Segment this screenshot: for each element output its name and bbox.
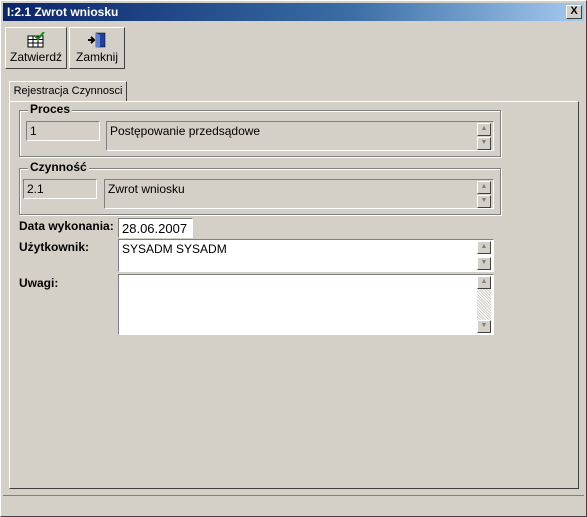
data-wykonania-input[interactable]: 28.06.2007: [118, 218, 193, 238]
proces-scrollbar[interactable]: ▲ ▼: [477, 123, 491, 150]
window-title: I:2.1 Zwrot wniosku: [7, 5, 119, 19]
proces-code: 1: [30, 124, 37, 138]
scroll-down-icon[interactable]: ▼: [477, 195, 491, 208]
uzytkownik-label: Użytkownik:: [19, 240, 90, 254]
grid-check-icon: [27, 32, 45, 48]
uzytkownik-field[interactable]: SYSADM SYSADM ▲ ▼: [118, 239, 494, 272]
czynnosc-code-field[interactable]: 2.1: [23, 179, 97, 199]
data-wykonania-label: Data wykonania:: [19, 219, 114, 233]
close-label: Zamknij: [75, 50, 118, 64]
tab-rejestracja-czynnosci[interactable]: Rejestracja Czynnosci: [9, 81, 127, 101]
uwagi-textarea[interactable]: ▲ ▼: [118, 274, 494, 335]
title-bar[interactable]: I:2.1 Zwrot wniosku X: [3, 3, 584, 21]
toolbar: Zatwierdź Zamknij: [3, 23, 586, 73]
data-wykonania-value: 28.06.2007: [122, 221, 188, 236]
main-window: I:2.1 Zwrot wniosku X Zatwierdź Zamknij: [0, 0, 587, 517]
uwagi-label: Uwagi:: [19, 276, 59, 290]
scroll-up-icon[interactable]: ▲: [477, 123, 491, 136]
scroll-up-icon[interactable]: ▲: [477, 181, 491, 194]
confirm-button[interactable]: Zatwierdź: [5, 27, 67, 69]
czynnosc-scrollbar[interactable]: ▲ ▼: [477, 181, 491, 208]
close-icon: X: [570, 5, 578, 17]
exit-door-icon: [88, 32, 106, 48]
scroll-down-icon[interactable]: ▼: [477, 257, 491, 270]
status-bar: [3, 495, 584, 515]
proces-name-field[interactable]: Postępowanie przedsądowe ▲ ▼: [106, 121, 494, 151]
proces-title: Proces: [28, 102, 73, 116]
scroll-track[interactable]: [477, 289, 491, 320]
proces-group: Proces 1 Postępowanie przedsądowe ▲ ▼: [19, 102, 501, 157]
close-window-button[interactable]: X: [566, 5, 582, 19]
uzytkownik-value: SYSADM SYSADM: [122, 242, 227, 256]
uzytkownik-scrollbar[interactable]: ▲ ▼: [477, 241, 491, 270]
czynnosc-group: Czynność 2.1 Zwrot wniosku ▲ ▼: [19, 160, 501, 215]
czynnosc-code: 2.1: [27, 182, 44, 196]
proces-name: Postępowanie przedsądowe: [110, 124, 261, 138]
scroll-up-icon[interactable]: ▲: [477, 276, 491, 289]
czynnosc-title: Czynność: [28, 160, 89, 174]
scroll-down-icon[interactable]: ▼: [477, 137, 491, 150]
scroll-up-icon[interactable]: ▲: [477, 241, 491, 254]
close-button[interactable]: Zamknij: [69, 27, 125, 69]
confirm-label: Zatwierdź: [9, 50, 62, 64]
czynnosc-name: Zwrot wniosku: [108, 182, 185, 196]
uwagi-scrollbar[interactable]: ▲ ▼: [477, 276, 491, 333]
scroll-down-icon[interactable]: ▼: [477, 320, 491, 333]
tab-panel: Proces 1 Postępowanie przedsądowe ▲ ▼ Cz…: [9, 101, 579, 489]
proces-code-field[interactable]: 1: [26, 121, 100, 141]
czynnosc-name-field[interactable]: Zwrot wniosku ▲ ▼: [104, 179, 494, 209]
